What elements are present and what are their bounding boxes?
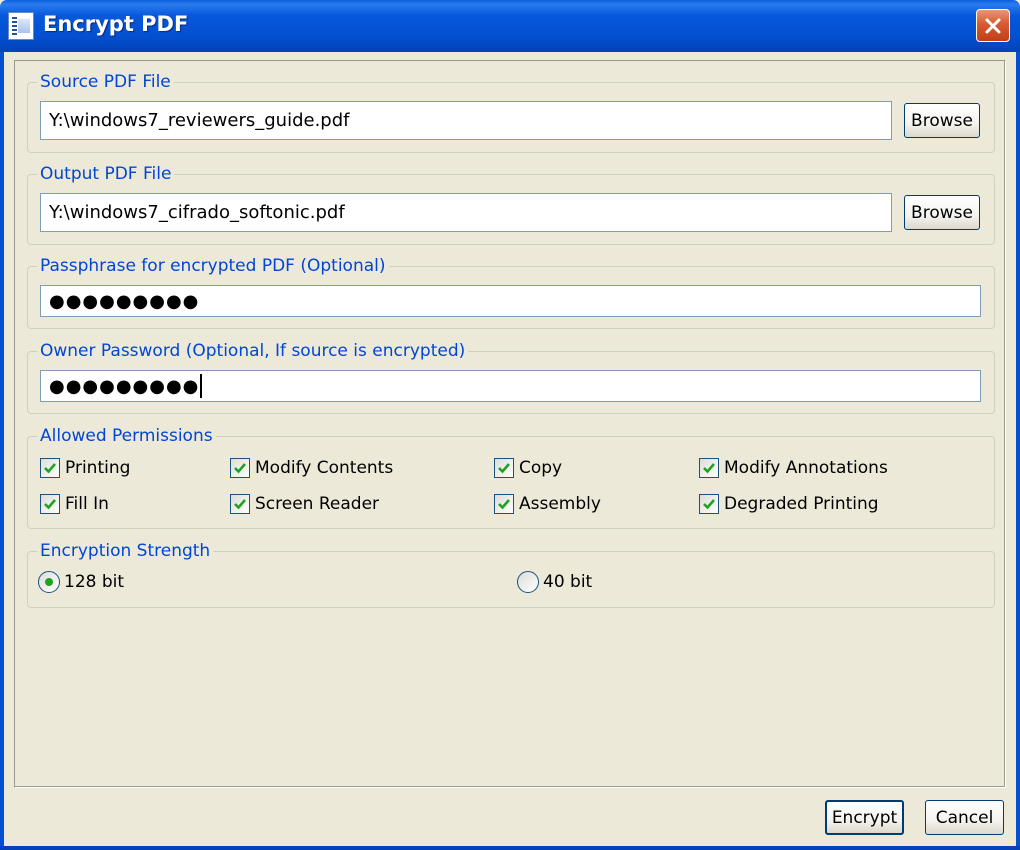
permission-checkbox-1[interactable]: Modify Contents: [230, 457, 393, 479]
permission-label: Modify Annotations: [724, 458, 888, 478]
checkmark-icon[interactable]: [230, 494, 250, 514]
source-path-input[interactable]: Y:\windows7_reviewers_guide.pdf: [40, 101, 892, 140]
permissions-group: Allowed Permissions Printing Modify Conte…: [27, 425, 995, 529]
source-browse-button[interactable]: Browse: [904, 103, 980, 138]
permission-checkbox-0[interactable]: Printing: [40, 457, 130, 479]
radio-empty-icon[interactable]: [517, 571, 539, 593]
checkmark-icon[interactable]: [230, 458, 250, 478]
checkmark-icon[interactable]: [699, 494, 719, 514]
owner-password-input[interactable]: ●●●●●●●●●: [40, 370, 981, 402]
owner-password-group: Owner Password (Optional, If source is e…: [27, 340, 995, 414]
strength-group: Encryption Strength 128 bit 40 bit: [27, 540, 995, 608]
source-legend: Source PDF File: [37, 71, 174, 93]
permission-checkbox-7[interactable]: Degraded Printing: [699, 493, 879, 515]
text-caret: [200, 374, 203, 398]
checkmark-icon[interactable]: [699, 458, 719, 478]
source-group: Source PDF File Y:\windows7_reviewers_gu…: [27, 71, 995, 153]
checkmark-icon[interactable]: [40, 494, 60, 514]
permission-checkbox-4[interactable]: Fill In: [40, 493, 109, 515]
window-frame-left: [0, 52, 4, 850]
strength-label: 40 bit: [543, 572, 593, 592]
passphrase-legend: Passphrase for encrypted PDF (Optional): [37, 255, 389, 277]
permissions-legend: Allowed Permissions: [37, 425, 216, 447]
cancel-button[interactable]: Cancel: [925, 800, 1004, 835]
passphrase-group: Passphrase for encrypted PDF (Optional) …: [27, 255, 995, 329]
permission-checkbox-6[interactable]: Assembly: [494, 493, 601, 515]
strength-radio-0[interactable]: 128 bit: [38, 570, 124, 594]
source-path-value: Y:\windows7_reviewers_guide.pdf: [49, 110, 350, 131]
checkmark-icon[interactable]: [494, 458, 514, 478]
strength-label: 128 bit: [64, 572, 125, 592]
permission-checkbox-5[interactable]: Screen Reader: [230, 493, 379, 515]
window-title: Encrypt PDF: [43, 12, 189, 36]
owner-password-masked-value: ●●●●●●●●●: [49, 375, 200, 397]
permission-label: Degraded Printing: [724, 494, 879, 514]
output-browse-button[interactable]: Browse: [904, 195, 980, 230]
checkmark-icon[interactable]: [40, 458, 60, 478]
encrypt-button[interactable]: Encrypt: [825, 800, 904, 835]
permission-label: Modify Contents: [255, 458, 394, 478]
permission-label: Copy: [519, 458, 563, 478]
permission-label: Screen Reader: [255, 494, 380, 514]
strength-legend: Encryption Strength: [37, 540, 214, 562]
owner-password-legend: Owner Password (Optional, If source is e…: [37, 340, 469, 362]
output-path-input[interactable]: Y:\windows7_cifrado_softonic.pdf: [40, 193, 892, 232]
permission-label: Printing: [65, 458, 131, 478]
permission-label: Assembly: [519, 494, 601, 514]
title-bar[interactable]: Encrypt PDF: [0, 0, 1020, 52]
passphrase-masked-value: ●●●●●●●●●: [49, 290, 200, 312]
checkmark-icon[interactable]: [494, 494, 514, 514]
close-icon: [985, 18, 1001, 33]
permission-label: Fill In: [65, 494, 109, 514]
window-frame-right: [1016, 52, 1020, 850]
radio-selected-icon[interactable]: [38, 571, 60, 593]
passphrase-input[interactable]: ●●●●●●●●●: [40, 285, 981, 317]
window-frame-bottom: [0, 846, 1020, 850]
output-legend: Output PDF File: [37, 163, 175, 185]
permission-checkbox-3[interactable]: Modify Annotations: [699, 457, 888, 479]
strength-radio-1[interactable]: 40 bit: [517, 570, 592, 594]
close-button[interactable]: [976, 9, 1010, 42]
permission-checkbox-2[interactable]: Copy: [494, 457, 562, 479]
app-icon: [8, 12, 34, 40]
output-path-value: Y:\windows7_cifrado_softonic.pdf: [49, 202, 345, 223]
output-group: Output PDF File Y:\windows7_cifrado_soft…: [27, 163, 995, 245]
